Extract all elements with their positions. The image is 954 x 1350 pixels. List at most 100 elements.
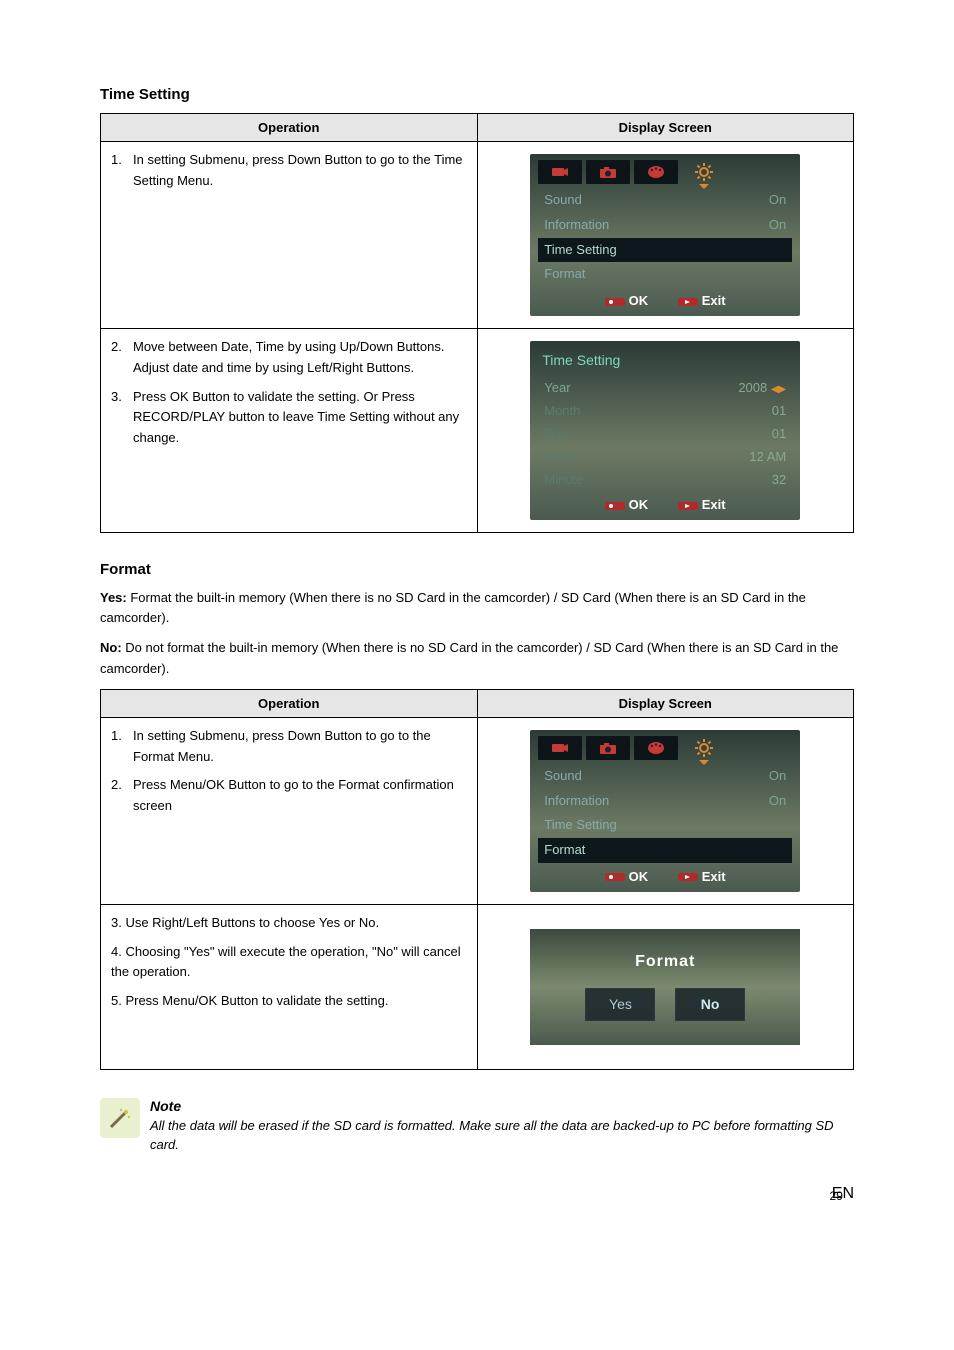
exit-label: Exit [702,869,726,884]
gear-icon [694,162,714,182]
field-value: 32 [772,470,786,491]
format-op-2: 3. Use Right/Left Buttons to choose Yes … [101,904,478,1069]
movie-icon [551,165,569,179]
tab-movie[interactable] [538,160,582,184]
page-number: 29 [830,1189,843,1203]
field-label: Year [544,378,570,399]
note-body: Note All the data will be erased if the … [150,1098,854,1155]
exit-label: Exit [702,497,726,512]
ok-label: OK [629,293,649,308]
format-yes-button[interactable]: Yes [585,988,655,1020]
gear-icon [694,738,714,758]
col-operation: Operation [101,689,478,717]
menu-value: On [769,791,786,812]
time-op-2: 2. Move between Date, Time by using Up/D… [101,328,478,532]
field-label: Month [544,401,580,422]
tab-settings[interactable] [682,736,726,760]
device-screen-time: Time Setting Year2008 ◀▶ Month01 Day01 H… [530,341,800,520]
step-number: 3. [111,387,133,449]
field-value: 01 [772,424,786,445]
rec-icon [605,871,625,883]
step-number: 1. [111,726,133,768]
format-yes-para: Yes: Format the built-in memory (When th… [100,588,854,628]
menu-time-setting[interactable]: Time Setting [538,813,792,838]
play-icon [678,500,698,512]
rec-icon [605,500,625,512]
menu-information[interactable]: Information On [538,789,792,814]
time-op-1: 1. In setting Submenu, press Down Button… [101,142,478,329]
time-minute[interactable]: Minute 32 [538,469,792,492]
format-no-button[interactable]: No [675,988,745,1020]
field-label: Day [544,424,567,445]
time-hour[interactable]: Hour12 AM [538,446,792,469]
col-display: Display Screen [477,114,854,142]
device-screen-settings-format: SoundOn Information On Time Setting Forma… [530,730,800,892]
settings-menu: Sound On Information On Time Setting Forma… [538,188,792,287]
format-table: Operation Display Screen 1. In setting S… [100,689,854,1070]
field-value: 2008 [738,380,767,395]
menu-label: Information [544,215,609,236]
note-text: All the data will be erased if the SD ca… [150,1116,854,1155]
menu-information[interactable]: Information On [538,213,792,238]
exit-label: Exit [702,293,726,308]
yes-label: Yes: [100,590,127,605]
tab-camera[interactable] [586,736,630,760]
movie-icon [551,741,569,755]
note-block: Note All the data will be erased if the … [100,1098,854,1155]
menu-value: On [769,766,786,787]
tab-camera[interactable] [586,160,630,184]
page-content: Time Setting Operation Display Screen 1.… [0,0,954,1263]
camera-icon [599,165,617,179]
menu-sound[interactable]: SoundOn [538,764,792,789]
step-text: Press Menu/OK Button to go to the Format… [133,775,467,817]
tab-bar [538,160,792,184]
time-day[interactable]: Day 01 [538,423,792,446]
field-label: Minute [544,470,583,491]
format-no-para: No: Do not format the built-in memory (W… [100,638,854,678]
time-year[interactable]: Year 2008 ◀▶ [538,377,792,400]
menu-sound[interactable]: Sound On [538,188,792,213]
step-number: 2. [111,775,133,817]
device-footer: OK Exit [538,291,792,312]
step-text: Move between Date, Time by using Up/Down… [133,337,467,379]
arrows-icon: ◀▶ [771,384,786,395]
menu-value: On [769,190,786,211]
menu-label: Time Setting [544,815,617,836]
time-display-2: Time Setting Year2008 ◀▶ Month01 Day01 H… [477,328,854,532]
note-heading: Note [150,1098,854,1114]
time-setting-table: Operation Display Screen 1. In setting S… [100,113,854,533]
menu-value: On [769,215,786,236]
time-month[interactable]: Month01 [538,400,792,423]
play-icon [678,296,698,308]
tab-settings[interactable] [682,160,726,184]
menu-label: Sound [544,190,582,211]
ok-label: OK [629,497,649,512]
dialog-title: Format [540,949,790,975]
format-dialog: Format Yes No [530,929,800,1045]
menu-label: Information [544,791,609,812]
step-number: 1. [111,150,133,192]
yes-text: Format the built-in memory (When there i… [100,590,806,625]
col-operation: Operation [101,114,478,142]
play-icon [678,871,698,883]
page-footer: 29 EN [100,1185,854,1203]
step-text: Press OK Button to validate the setting.… [133,387,467,449]
ok-label: OK [629,869,649,884]
tab-effects[interactable] [634,160,678,184]
device-footer: OK Exit [538,867,792,888]
menu-label: Format [544,264,585,285]
tab-effects[interactable] [634,736,678,760]
tab-movie[interactable] [538,736,582,760]
menu-time-setting[interactable]: Time Setting [538,238,792,263]
step-number: 2. [111,337,133,379]
menu-format[interactable]: Format [538,262,792,287]
step-text: In setting Submenu, press Down Button to… [133,726,467,768]
rec-icon [605,296,625,308]
exit-hint: Exit [678,291,725,312]
step-text: In setting Submenu, press Down Button to… [133,150,467,192]
no-text: Do not format the built-in memory (When … [100,640,838,675]
menu-format[interactable]: Format [538,838,792,863]
settings-menu: SoundOn Information On Time Setting Forma… [538,764,792,863]
palette-icon [647,741,665,755]
format-display-1: SoundOn Information On Time Setting Forma… [477,717,854,904]
